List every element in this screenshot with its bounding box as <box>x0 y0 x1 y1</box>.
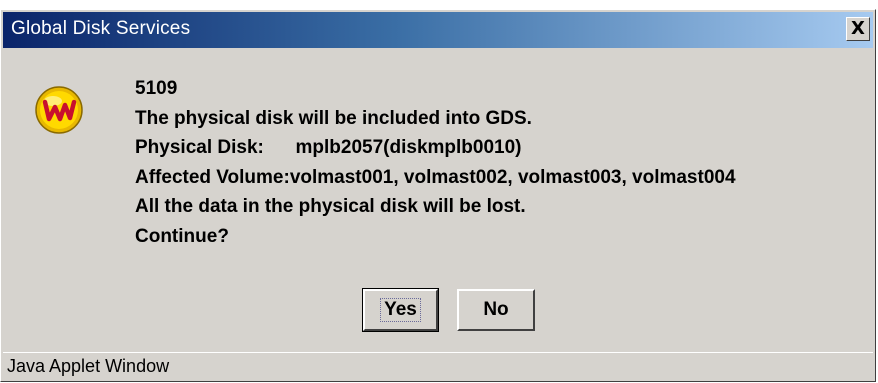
no-button[interactable]: No <box>457 289 535 331</box>
yes-button[interactable]: Yes <box>362 288 439 332</box>
status-bar: Java Applet Window <box>3 352 873 380</box>
message-line: All the data in the physical disk will b… <box>135 196 526 217</box>
dialog-window: Global Disk Services X 5109 The physical… <box>0 9 876 382</box>
message-line: The physical disk will be included into … <box>135 107 532 129</box>
app-w-icon <box>35 86 83 134</box>
status-text: Java Applet Window <box>7 356 170 376</box>
window-title: Global Disk Services <box>11 18 191 39</box>
close-button[interactable]: X <box>846 17 870 41</box>
yes-button-label: Yes <box>380 298 421 322</box>
title-bar[interactable]: Global Disk Services X <box>3 12 873 48</box>
message-line: 5109 <box>135 78 178 99</box>
no-button-label: No <box>483 299 509 320</box>
message-text: 5109 The physical disk will be included … <box>135 74 736 251</box>
message-line: Physical Disk: mplb2057(diskmplb0010) <box>135 137 522 158</box>
message-line: Continue? <box>135 225 229 247</box>
message-line: Affected Volume:volmast001, volmast002, … <box>135 166 736 188</box>
close-icon: X <box>851 18 865 39</box>
